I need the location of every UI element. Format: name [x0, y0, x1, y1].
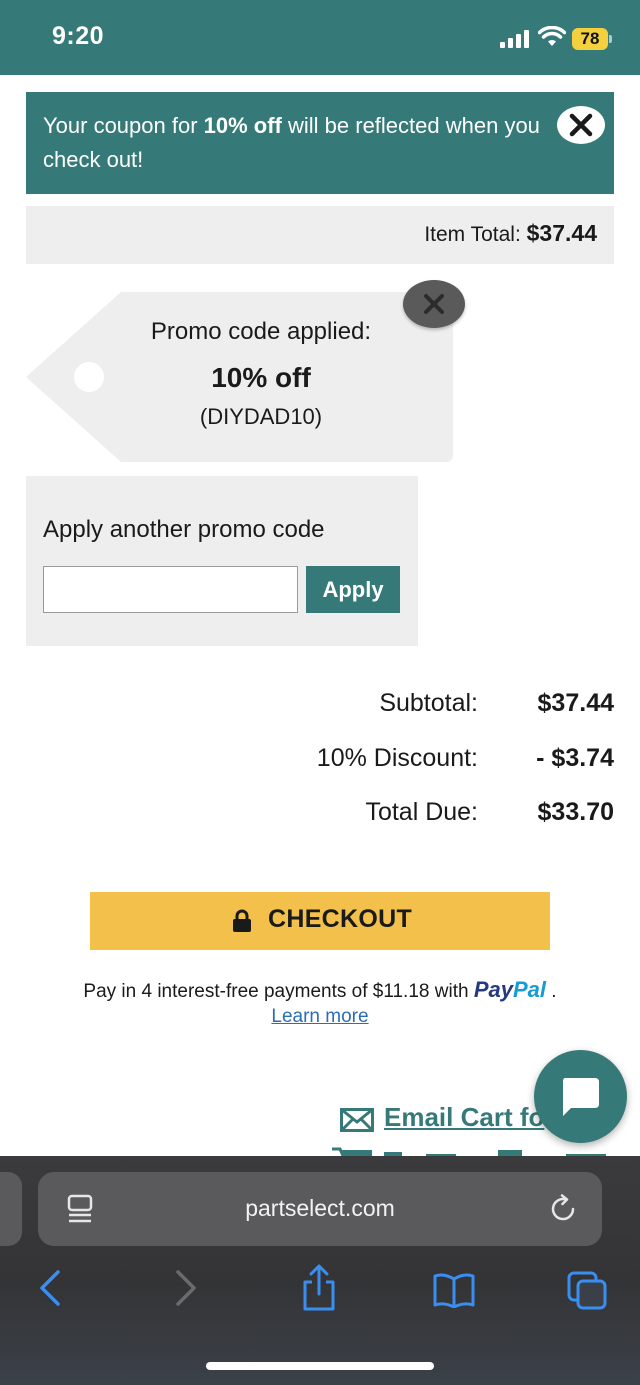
item-total-bar: Item Total: $37.44	[26, 206, 614, 264]
email-cart-label: Email Cart fo	[384, 1102, 545, 1132]
close-icon	[569, 113, 593, 137]
coupon-close-button[interactable]	[557, 106, 605, 144]
totals-row-subtotal: Subtotal: $37.44	[200, 689, 614, 723]
promo-code: (DIYDAD10)	[199, 404, 323, 429]
reload-icon[interactable]	[548, 1194, 578, 1224]
subtotal-value: $37.44	[537, 689, 614, 717]
discount-value: - $3.74	[536, 744, 614, 772]
total-due-value: $33.70	[537, 798, 614, 826]
learn-more-link[interactable]: Learn more	[20, 1006, 620, 1028]
battery-level: 78	[580, 29, 600, 48]
remove-promo-button[interactable]	[403, 280, 465, 328]
status-time: 9:20	[52, 22, 105, 50]
promo-form: Apply another promo code Apply	[26, 476, 418, 646]
checkout-button[interactable]: CHECKOUT	[90, 892, 550, 950]
discount-label: 10% Discount:	[316, 744, 478, 772]
item-total-amount: $37.44	[526, 220, 597, 246]
home-indicator[interactable]	[206, 1362, 434, 1370]
item-total: Item Total: $37.44	[424, 220, 597, 246]
signal-icon	[500, 30, 529, 48]
status-bar: 9:20 78	[0, 0, 640, 75]
total-due-label: Total Due:	[365, 798, 478, 826]
wifi-icon	[538, 26, 566, 46]
paypal-logo: PayPal	[473, 977, 547, 1002]
subtotal-label: Subtotal:	[379, 689, 478, 717]
coupon-banner: Your coupon for 10% off will be reflecte…	[26, 92, 614, 194]
share-icon[interactable]	[300, 1264, 338, 1312]
promo-form-label: Apply another promo code	[43, 516, 325, 543]
back-icon[interactable]	[36, 1268, 64, 1308]
url-text: partselect.com	[245, 1195, 395, 1221]
apply-button[interactable]: Apply	[306, 566, 400, 613]
totals-row-total-due: Total Due: $33.70	[200, 798, 614, 832]
close-icon	[424, 294, 444, 314]
checkout-label: CHECKOUT	[268, 905, 413, 933]
bookmarks-icon[interactable]	[432, 1272, 476, 1308]
totals-row-discount: 10% Discount: - $3.74	[200, 744, 614, 778]
promo-applied-tag: Promo code applied: 10% off (DIYDAD10)	[26, 292, 453, 462]
promo-discount: 10% off	[211, 362, 311, 393]
promo-code-input[interactable]	[43, 566, 298, 613]
battery-indicator: 78	[572, 28, 612, 50]
paypal-message: Pay in 4 interest-free payments of $11.1…	[83, 977, 557, 1002]
address-bar[interactable]: partselect.com	[38, 1172, 602, 1246]
chat-button[interactable]	[534, 1050, 627, 1143]
forward-icon[interactable]	[172, 1268, 200, 1308]
chat-bubble-icon	[563, 1078, 599, 1116]
tabs-icon[interactable]	[566, 1270, 608, 1310]
promo-applied-label: Promo code applied:	[150, 318, 372, 345]
coupon-message: Your coupon for 10% off will be reflecte…	[43, 113, 540, 172]
lock-icon	[233, 909, 251, 932]
previous-tab-edge[interactable]	[0, 1172, 22, 1246]
envelope-icon	[340, 1108, 374, 1132]
